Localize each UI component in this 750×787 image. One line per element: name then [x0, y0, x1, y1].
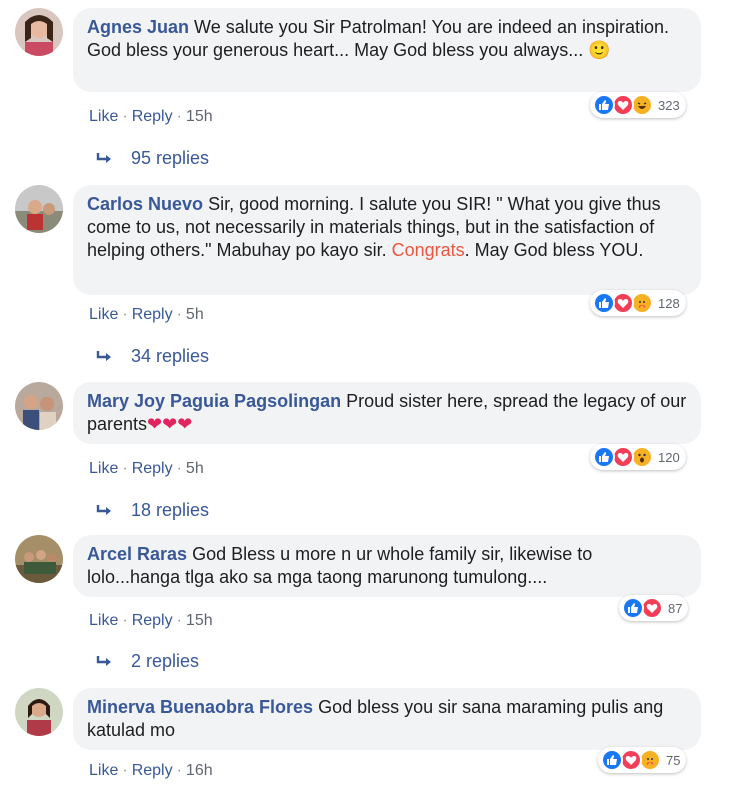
smile-emoji-icon: 🙂: [588, 40, 611, 60]
timestamp[interactable]: 5h: [186, 460, 204, 477]
reaction-count: 323: [658, 97, 680, 113]
comment-actions: Like · Reply · 15h: [89, 108, 213, 126]
like-icon: [593, 94, 615, 116]
reply-link[interactable]: Reply: [132, 108, 173, 125]
like-link[interactable]: Like: [89, 460, 118, 477]
avatar[interactable]: [15, 185, 63, 233]
separator: ·: [176, 762, 182, 779]
like-link[interactable]: Like: [89, 306, 118, 323]
reply-link[interactable]: Reply: [132, 762, 173, 779]
love-icon: [620, 749, 642, 771]
timestamp[interactable]: 15h: [186, 612, 213, 629]
avatar[interactable]: [15, 535, 63, 583]
love-icon: [612, 94, 634, 116]
comment-author[interactable]: Agnes Juan: [87, 17, 189, 37]
comment-text-end: . May God bless YOU.: [464, 240, 644, 260]
like-link[interactable]: Like: [89, 108, 118, 125]
like-icon: [593, 446, 615, 468]
comment-actions: Like · Reply · 5h: [89, 306, 204, 324]
reaction-count: 87: [668, 600, 683, 616]
timestamp[interactable]: 15h: [186, 108, 213, 125]
avatar[interactable]: [15, 688, 63, 736]
reply-link[interactable]: Reply: [132, 460, 173, 477]
reaction-summary[interactable]: 120: [590, 444, 686, 470]
replies-count[interactable]: 2 replies: [131, 651, 199, 672]
avatar[interactable]: [15, 8, 63, 56]
like-icon: [601, 749, 623, 771]
reaction-summary[interactable]: 87: [619, 595, 689, 621]
like-link[interactable]: Like: [89, 762, 118, 779]
separator: ·: [176, 306, 182, 323]
timestamp[interactable]: 16h: [186, 762, 213, 779]
comment-author[interactable]: Minerva Buenaobra Flores: [87, 697, 313, 717]
care-icon: [631, 292, 653, 314]
separator: ·: [122, 108, 128, 125]
reaction-summary[interactable]: 75: [598, 747, 687, 773]
separator: ·: [122, 612, 128, 629]
replies-count[interactable]: 34 replies: [131, 346, 209, 367]
view-replies[interactable]: 34 replies: [95, 346, 209, 367]
separator: ·: [176, 108, 182, 125]
love-icon: [612, 446, 634, 468]
reaction-summary[interactable]: 128: [590, 290, 686, 316]
view-replies[interactable]: 18 replies: [95, 500, 209, 521]
separator: ·: [122, 460, 128, 477]
replies-count[interactable]: 18 replies: [131, 500, 209, 521]
love-icon: [612, 292, 634, 314]
reply-arrow-icon: [96, 655, 111, 666]
comment-bubble: Carlos Nuevo Sir, good morning. I salute…: [73, 185, 701, 295]
view-replies[interactable]: 95 replies: [95, 148, 209, 169]
separator: ·: [122, 762, 128, 779]
comment-actions: Like · Reply · 5h: [89, 460, 204, 478]
comment-actions: Like · Reply · 15h: [89, 612, 213, 630]
reaction-count: 75: [666, 752, 681, 768]
comment-bubble: Arcel Raras God Bless u more n ur whole …: [73, 535, 701, 597]
comment-bubble: Minerva Buenaobra Flores God bless you s…: [73, 688, 701, 750]
reaction-summary[interactable]: 323: [590, 92, 686, 118]
timestamp[interactable]: 5h: [186, 306, 204, 323]
love-icon: [641, 597, 663, 619]
comment-author[interactable]: Arcel Raras: [87, 544, 187, 564]
reaction-count: 128: [658, 295, 680, 311]
avatar[interactable]: [15, 382, 63, 430]
wow-icon: [631, 446, 653, 468]
reply-arrow-icon: [96, 504, 111, 515]
haha-icon: [631, 94, 653, 116]
separator: ·: [122, 306, 128, 323]
comment-bubble: Mary Joy Paguia Pagsolingan Proud sister…: [73, 382, 701, 444]
reaction-count: 120: [658, 449, 680, 465]
reply-arrow-icon: [96, 350, 111, 361]
comment-bubble: Agnes Juan We salute you Sir Patrolman! …: [73, 8, 701, 92]
like-icon: [622, 597, 644, 619]
view-replies[interactable]: 2 replies: [95, 651, 199, 672]
reply-arrow-icon: [96, 152, 111, 163]
replies-count[interactable]: 95 replies: [131, 148, 209, 169]
reply-link[interactable]: Reply: [132, 612, 173, 629]
comment-author[interactable]: Mary Joy Paguia Pagsolingan: [87, 391, 341, 411]
separator: ·: [176, 460, 182, 477]
hashtag-link[interactable]: Congrats: [392, 240, 465, 260]
like-icon: [593, 292, 615, 314]
comment-author[interactable]: Carlos Nuevo: [87, 194, 203, 214]
comment-actions: Like · Reply · 16h: [89, 762, 213, 780]
heart-emoji-icon: ❤❤❤: [147, 414, 193, 434]
like-link[interactable]: Like: [89, 612, 118, 629]
reply-link[interactable]: Reply: [132, 306, 173, 323]
care-icon: [639, 749, 661, 771]
separator: ·: [176, 612, 182, 629]
